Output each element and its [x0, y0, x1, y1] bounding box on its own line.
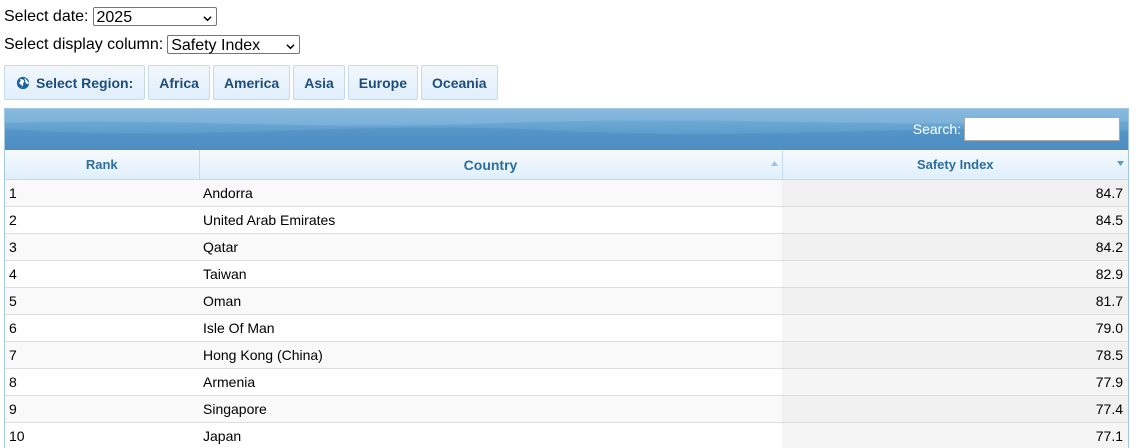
table-body: 1 Andorra 84.7 2 United Arab Emirates 84.5 3 Qa… — [5, 179, 1128, 448]
region-button-label: Oceania — [432, 74, 487, 91]
date-select-value: 2025 — [96, 9, 133, 26]
region-toolbar: Select Region: Africa America Asia Europ… — [4, 65, 501, 100]
sort-ascending-icon — [770, 161, 778, 166]
table-row[interactable]: 7 Hong Kong (China) 78.5 — [5, 341, 1128, 369]
column-selector-row: Select display column: Safety Index — [4, 35, 301, 54]
table-row[interactable]: 5 Oman 81.7 — [5, 287, 1128, 315]
column-select-value: Safety Index — [171, 37, 261, 54]
region-button-label: Europe — [358, 74, 408, 91]
rank-cell: 1 — [5, 179, 199, 207]
table-row[interactable]: 8 Armenia 77.9 — [5, 368, 1128, 396]
rank-cell: 10 — [5, 422, 199, 448]
chevron-down-icon — [202, 16, 212, 22]
region-button-label: America — [223, 74, 280, 91]
rank-cell: 6 — [5, 314, 199, 342]
search-input[interactable] — [964, 117, 1120, 141]
safety-index-cell: 77.9 — [782, 368, 1128, 396]
ranking-table-container: Search: Rank Country Safety Index 1 Andor… — [4, 108, 1129, 448]
region-button-label: Asia — [304, 74, 334, 91]
date-selector-row: Select date: 2025 — [4, 7, 217, 26]
safety-index-cell: 82.9 — [782, 260, 1128, 288]
column-header-rank[interactable]: Rank — [5, 150, 200, 180]
region-button-africa[interactable]: Africa — [148, 65, 210, 100]
search-box: Search: — [913, 117, 1120, 141]
region-button-america[interactable]: America — [212, 65, 291, 100]
country-cell: Singapore — [199, 395, 782, 423]
rank-cell: 5 — [5, 287, 199, 315]
column-label: Select display column: — [4, 35, 164, 53]
rank-cell: 2 — [5, 206, 199, 234]
country-cell: Oman — [199, 287, 782, 315]
country-cell: Hong Kong (China) — [199, 341, 782, 369]
region-button-oceania[interactable]: Oceania — [421, 65, 498, 100]
rank-cell: 9 — [5, 395, 199, 423]
date-select[interactable]: 2025 — [92, 7, 217, 26]
country-cell: Isle Of Man — [199, 314, 782, 342]
country-cell: Qatar — [199, 233, 782, 261]
safety-index-cell: 84.5 — [782, 206, 1128, 234]
table-row[interactable]: 4 Taiwan 82.9 — [5, 260, 1128, 288]
country-cell: Taiwan — [199, 260, 782, 288]
table-row[interactable]: 9 Singapore 77.4 — [5, 395, 1128, 423]
header-label: Safety Index — [916, 157, 994, 172]
region-button-label: Africa — [159, 74, 199, 91]
table-toolbar: Search: — [5, 109, 1128, 150]
column-header-country[interactable]: Country — [199, 150, 783, 180]
safety-index-cell: 77.4 — [782, 395, 1128, 423]
region-button-asia[interactable]: Asia — [293, 65, 345, 100]
search-label: Search: — [912, 121, 961, 137]
country-cell: Andorra — [199, 179, 782, 207]
date-label: Select date: — [4, 7, 89, 25]
table-row[interactable]: 3 Qatar 84.2 — [5, 233, 1128, 261]
table-row[interactable]: 10 Japan 77.1 — [5, 422, 1128, 448]
header-label: Rank — [85, 157, 118, 172]
select-region-button[interactable]: Select Region: — [4, 65, 146, 100]
rank-cell: 7 — [5, 341, 199, 369]
table-row[interactable]: 2 United Arab Emirates 84.5 — [5, 206, 1128, 234]
column-select[interactable]: Safety Index — [167, 35, 301, 54]
country-cell: Japan — [199, 422, 782, 448]
globe-icon — [16, 76, 30, 89]
safety-index-cell: 84.7 — [782, 179, 1128, 207]
country-cell: United Arab Emirates — [199, 206, 782, 234]
safety-index-cell: 77.1 — [782, 422, 1128, 448]
safety-index-cell: 79.0 — [782, 314, 1128, 342]
safety-index-cell: 84.2 — [782, 233, 1128, 261]
chevron-down-icon — [286, 44, 295, 50]
column-header-safety-index[interactable]: Safety Index — [782, 150, 1128, 180]
table-header-row: Rank Country Safety Index — [5, 150, 1128, 180]
region-button-europe[interactable]: Europe — [347, 65, 419, 100]
country-cell: Armenia — [199, 368, 782, 396]
rank-cell: 8 — [5, 368, 199, 396]
select-region-label: Select Region: — [36, 74, 134, 91]
rank-cell: 4 — [5, 260, 199, 288]
rank-cell: 3 — [5, 233, 199, 261]
table-row[interactable]: 1 Andorra 84.7 — [5, 179, 1128, 207]
sort-descending-icon — [1117, 161, 1124, 166]
safety-index-cell: 81.7 — [782, 287, 1128, 315]
ranking-table: Rank Country Safety Index 1 Andorra 84.7 2 U… — [5, 150, 1128, 448]
safety-index-cell: 78.5 — [782, 341, 1128, 369]
table-row[interactable]: 6 Isle Of Man 79.0 — [5, 314, 1128, 342]
header-label: Country — [463, 156, 518, 173]
